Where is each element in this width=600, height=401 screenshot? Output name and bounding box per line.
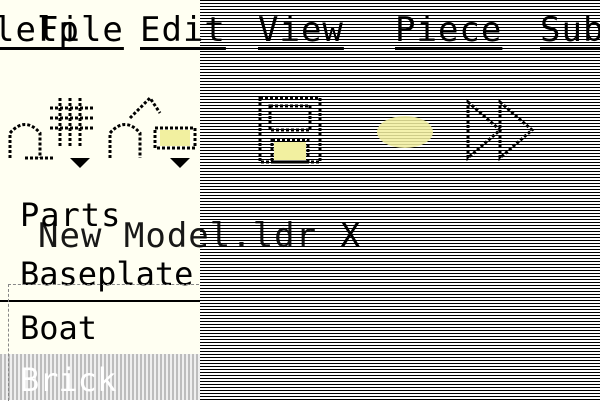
close-icon[interactable]: X — [340, 216, 360, 256]
model-view-pane[interactable] — [200, 0, 600, 400]
forward-icon[interactable] — [460, 88, 550, 172]
new-model-icon[interactable] — [0, 88, 100, 172]
menu-edit[interactable]: Edit — [140, 0, 226, 60]
menu-piece[interactable]: Piece — [395, 0, 502, 60]
menu-file[interactable]: File — [38, 0, 124, 60]
menu-sub[interactable]: Sub — [540, 0, 600, 60]
menu-view[interactable]: View — [258, 0, 344, 60]
toolbar — [0, 80, 600, 170]
render-icon[interactable] — [365, 88, 445, 172]
save-icon[interactable] — [250, 88, 330, 172]
menu-bar: lelp File Edit View Piece Sub — [0, 0, 600, 60]
open-model-icon[interactable] — [100, 88, 200, 172]
list-frame — [8, 284, 199, 401]
